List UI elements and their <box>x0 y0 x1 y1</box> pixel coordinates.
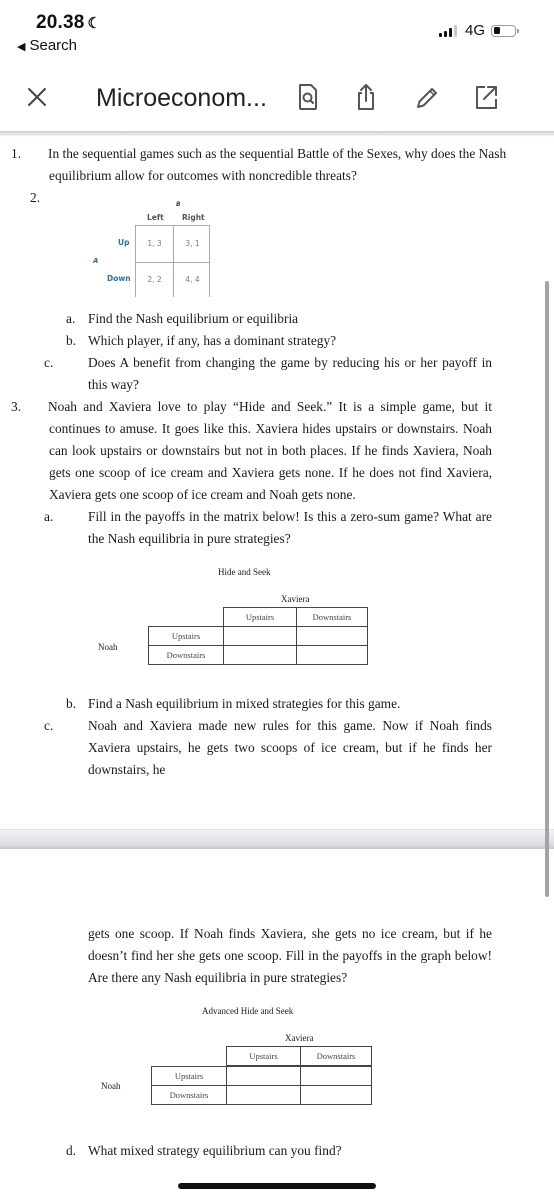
document-toolbar: Microeconom... <box>0 78 554 118</box>
question-2-part-b: b. Which player, if any, has a dominant s… <box>66 333 337 348</box>
back-label: Search <box>29 37 77 54</box>
payoff-cell[interactable] <box>223 626 297 646</box>
col-header: Upstairs <box>226 1046 301 1066</box>
payoff-cell[interactable] <box>226 1066 301 1086</box>
payoff-cell[interactable] <box>226 1085 301 1105</box>
open-external-icon <box>476 86 497 109</box>
network-type: 4G <box>464 22 485 39</box>
payoff-cell[interactable] <box>300 1066 372 1086</box>
markup-button[interactable] <box>412 82 440 112</box>
matrix-cell: 2, 2 <box>147 275 162 284</box>
search-document-icon <box>299 84 317 110</box>
matrix-cell: 3, 1 <box>185 239 200 248</box>
question-3-part-d: d. What mixed strategy equilibrium can yo… <box>66 1143 342 1158</box>
row-header: Upstairs <box>148 626 224 646</box>
col-header: Upstairs <box>223 607 297 627</box>
back-triangle-icon: ◀ <box>17 41 26 53</box>
payoff-cell[interactable] <box>296 626 368 646</box>
document-title: Microeconom... <box>96 84 267 112</box>
question-text: In the sequential games such as the sequ… <box>48 146 507 183</box>
payoff-cell[interactable] <box>300 1085 372 1105</box>
close-button[interactable] <box>24 84 50 110</box>
row-header: Up <box>118 238 130 247</box>
col-header: Right <box>182 213 205 222</box>
open-external-button[interactable] <box>472 82 500 112</box>
scrollbar[interactable] <box>545 281 549 897</box>
matrix-grid: 1, 3 3, 1 2, 2 4, 4 <box>135 225 210 297</box>
col-player-label: Xaviera <box>285 1033 314 1043</box>
matrix-cell: 4, 4 <box>185 275 200 284</box>
status-time: 20.38 ☾ <box>36 12 101 34</box>
question-2-part-a: a. Find the Nash equilibrium or equilibri… <box>66 311 299 326</box>
row-player-label: Noah <box>101 1081 121 1091</box>
row-header: Upstairs <box>151 1066 227 1086</box>
question-2-part-c: c. Does A benefit from changing the game … <box>44 355 492 392</box>
payoff-cell[interactable] <box>223 645 297 665</box>
pencil-icon <box>417 88 437 108</box>
question-3-part-c-page1: c. Noah and Xaviera made new rules for th… <box>44 718 492 777</box>
col-header: Downstairs <box>300 1046 372 1066</box>
col-player-label: Xaviera <box>281 594 310 604</box>
question-number: 3. <box>11 399 22 414</box>
question-2-number: 2. <box>30 190 41 205</box>
time-text: 20.38 <box>36 12 85 33</box>
row-header: Downstairs <box>151 1085 227 1105</box>
back-to-search-link[interactable]: ◀ Search <box>17 37 77 54</box>
row-header: Downstairs <box>148 645 224 665</box>
status-indicators: 4G <box>438 22 519 39</box>
question-3-part-b: b. Find a Nash equilibrium in mixed strat… <box>66 696 401 711</box>
col-player-label: B <box>176 201 181 208</box>
share-icon <box>358 84 374 110</box>
question-3-part-a: a. Fill in the payoffs in the matrix belo… <box>44 509 492 546</box>
close-icon <box>28 88 46 106</box>
question-3-part-c-page2: gets one scoop. If Noah finds Xaviera, s… <box>88 926 492 985</box>
matrix-title: Advanced Hide and Seek <box>202 1006 294 1016</box>
row-header: Down <box>107 274 131 283</box>
row-player-label: A <box>93 257 99 265</box>
question-text: Noah and Xaviera love to play “Hide and … <box>48 399 492 502</box>
moon-icon: ☾ <box>87 15 102 32</box>
row-player-label: Noah <box>98 642 118 652</box>
battery-icon <box>491 24 519 37</box>
matrix-cell: 1, 3 <box>147 239 162 248</box>
question-3: 3. Noah and Xaviera love to play “Hide an… <box>11 396 492 506</box>
col-header: Left <box>147 213 164 222</box>
matrix-title: Hide and Seek <box>218 567 271 577</box>
search-document-button[interactable] <box>294 82 322 112</box>
signal-icon <box>438 24 457 37</box>
toolbar-shadow <box>0 131 554 137</box>
share-button[interactable] <box>352 82 380 112</box>
question-1: 1. In the sequential games such as the se… <box>11 143 520 187</box>
home-indicator[interactable] <box>178 1183 376 1189</box>
col-header: Downstairs <box>296 607 368 627</box>
payoff-cell[interactable] <box>296 645 368 665</box>
page-break <box>0 829 554 849</box>
question-number: 1. <box>11 146 22 161</box>
